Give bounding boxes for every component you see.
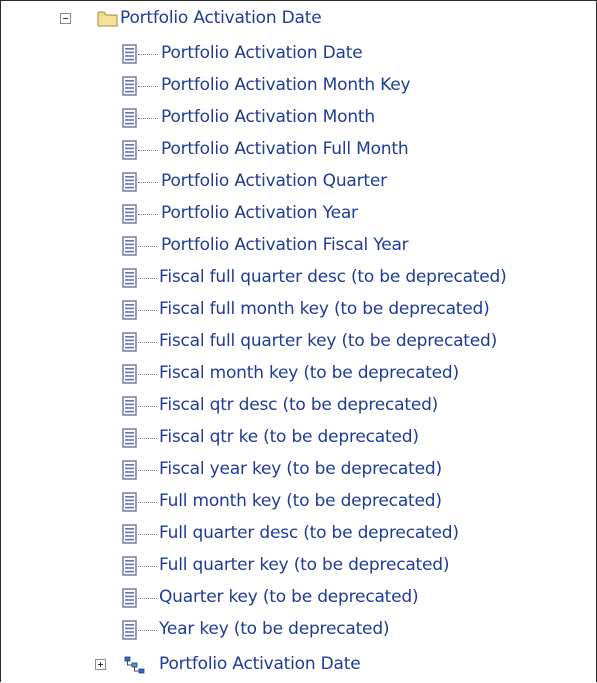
- attribute-column-icon: [122, 236, 137, 256]
- tree-panel: Portfolio Activation Date Portfolio Acti…: [0, 0, 597, 682]
- tree-item-label[interactable]: Fiscal full quarter key (to be deprecate…: [159, 331, 497, 351]
- tree-connector: [138, 54, 158, 55]
- tree-connector: [138, 214, 158, 215]
- tree-connector: [138, 182, 158, 183]
- attribute-column-icon: [122, 620, 137, 640]
- attribute-column-icon: [122, 332, 137, 352]
- tree-item-label[interactable]: Portfolio Activation Year: [161, 203, 358, 223]
- tree-item-label[interactable]: Portfolio Activation Full Month: [161, 139, 409, 159]
- tree-connector: [138, 342, 157, 343]
- tree-connector: [138, 118, 158, 119]
- attribute-column-icon: [122, 108, 137, 128]
- tree-item-label[interactable]: Full month key (to be deprecated): [159, 491, 442, 511]
- attribute-column-icon: [122, 492, 137, 512]
- tree-connector: [138, 502, 157, 503]
- expand-toggle-icon[interactable]: [95, 659, 106, 670]
- tree-item-label[interactable]: Fiscal full month key (to be deprecated): [159, 299, 490, 319]
- tree-item-label[interactable]: Fiscal year key (to be deprecated): [159, 459, 442, 479]
- tree-connector: [138, 406, 157, 407]
- attribute-column-icon: [122, 76, 137, 96]
- tree-connector: [138, 278, 157, 279]
- collapse-toggle-icon[interactable]: [60, 13, 71, 24]
- tree-connector: [138, 534, 157, 535]
- attribute-column-icon: [122, 556, 137, 576]
- tree-connector: [138, 438, 157, 439]
- attribute-column-icon: [122, 140, 137, 160]
- tree-item-label[interactable]: Full quarter desc (to be deprecated): [159, 523, 459, 543]
- tree-item-label[interactable]: Portfolio Activation Date: [161, 43, 363, 63]
- tree-item-label[interactable]: Quarter key (to be deprecated): [159, 587, 419, 607]
- hierarchy-label[interactable]: Portfolio Activation Date: [159, 654, 361, 674]
- tree-connector: [138, 470, 157, 471]
- attribute-column-icon: [122, 364, 137, 384]
- tree-item-label[interactable]: Portfolio Activation Month: [161, 107, 375, 127]
- folder-label[interactable]: Portfolio Activation Date: [120, 8, 322, 28]
- tree-connector: [138, 86, 158, 87]
- tree-connector: [138, 374, 157, 375]
- hierarchy-icon: [124, 656, 145, 674]
- attribute-column-icon: [122, 588, 137, 608]
- attribute-column-icon: [122, 428, 137, 448]
- tree-item-label[interactable]: Portfolio Activation Quarter: [161, 171, 387, 191]
- tree-item-label[interactable]: Fiscal month key (to be deprecated): [159, 363, 459, 383]
- attribute-column-icon: [122, 172, 137, 192]
- attribute-column-icon: [122, 396, 137, 416]
- attribute-column-icon: [122, 204, 137, 224]
- attribute-column-icon: [122, 44, 137, 64]
- tree-item-label[interactable]: Full quarter key (to be deprecated): [159, 555, 450, 575]
- tree-connector: [138, 150, 158, 151]
- tree-connector: [138, 598, 157, 599]
- tree-item-label[interactable]: Fiscal qtr ke (to be deprecated): [159, 427, 419, 447]
- tree-connector: [138, 566, 157, 567]
- tree-connector: [138, 630, 157, 631]
- tree-item-label[interactable]: Portfolio Activation Fiscal Year: [161, 235, 409, 255]
- tree-item-label[interactable]: Year key (to be deprecated): [159, 619, 390, 639]
- attribute-column-icon: [122, 268, 137, 288]
- tree-connector: [138, 246, 157, 247]
- tree-item-label[interactable]: Fiscal full quarter desc (to be deprecat…: [159, 267, 507, 287]
- tree-item-label[interactable]: Fiscal qtr desc (to be deprecated): [159, 395, 438, 415]
- attribute-column-icon: [122, 460, 137, 480]
- tree-item-label[interactable]: Portfolio Activation Month Key: [161, 75, 411, 95]
- attribute-column-icon: [122, 300, 137, 320]
- tree-connector: [138, 310, 157, 311]
- folder-icon: [97, 11, 118, 27]
- attribute-column-icon: [122, 524, 137, 544]
